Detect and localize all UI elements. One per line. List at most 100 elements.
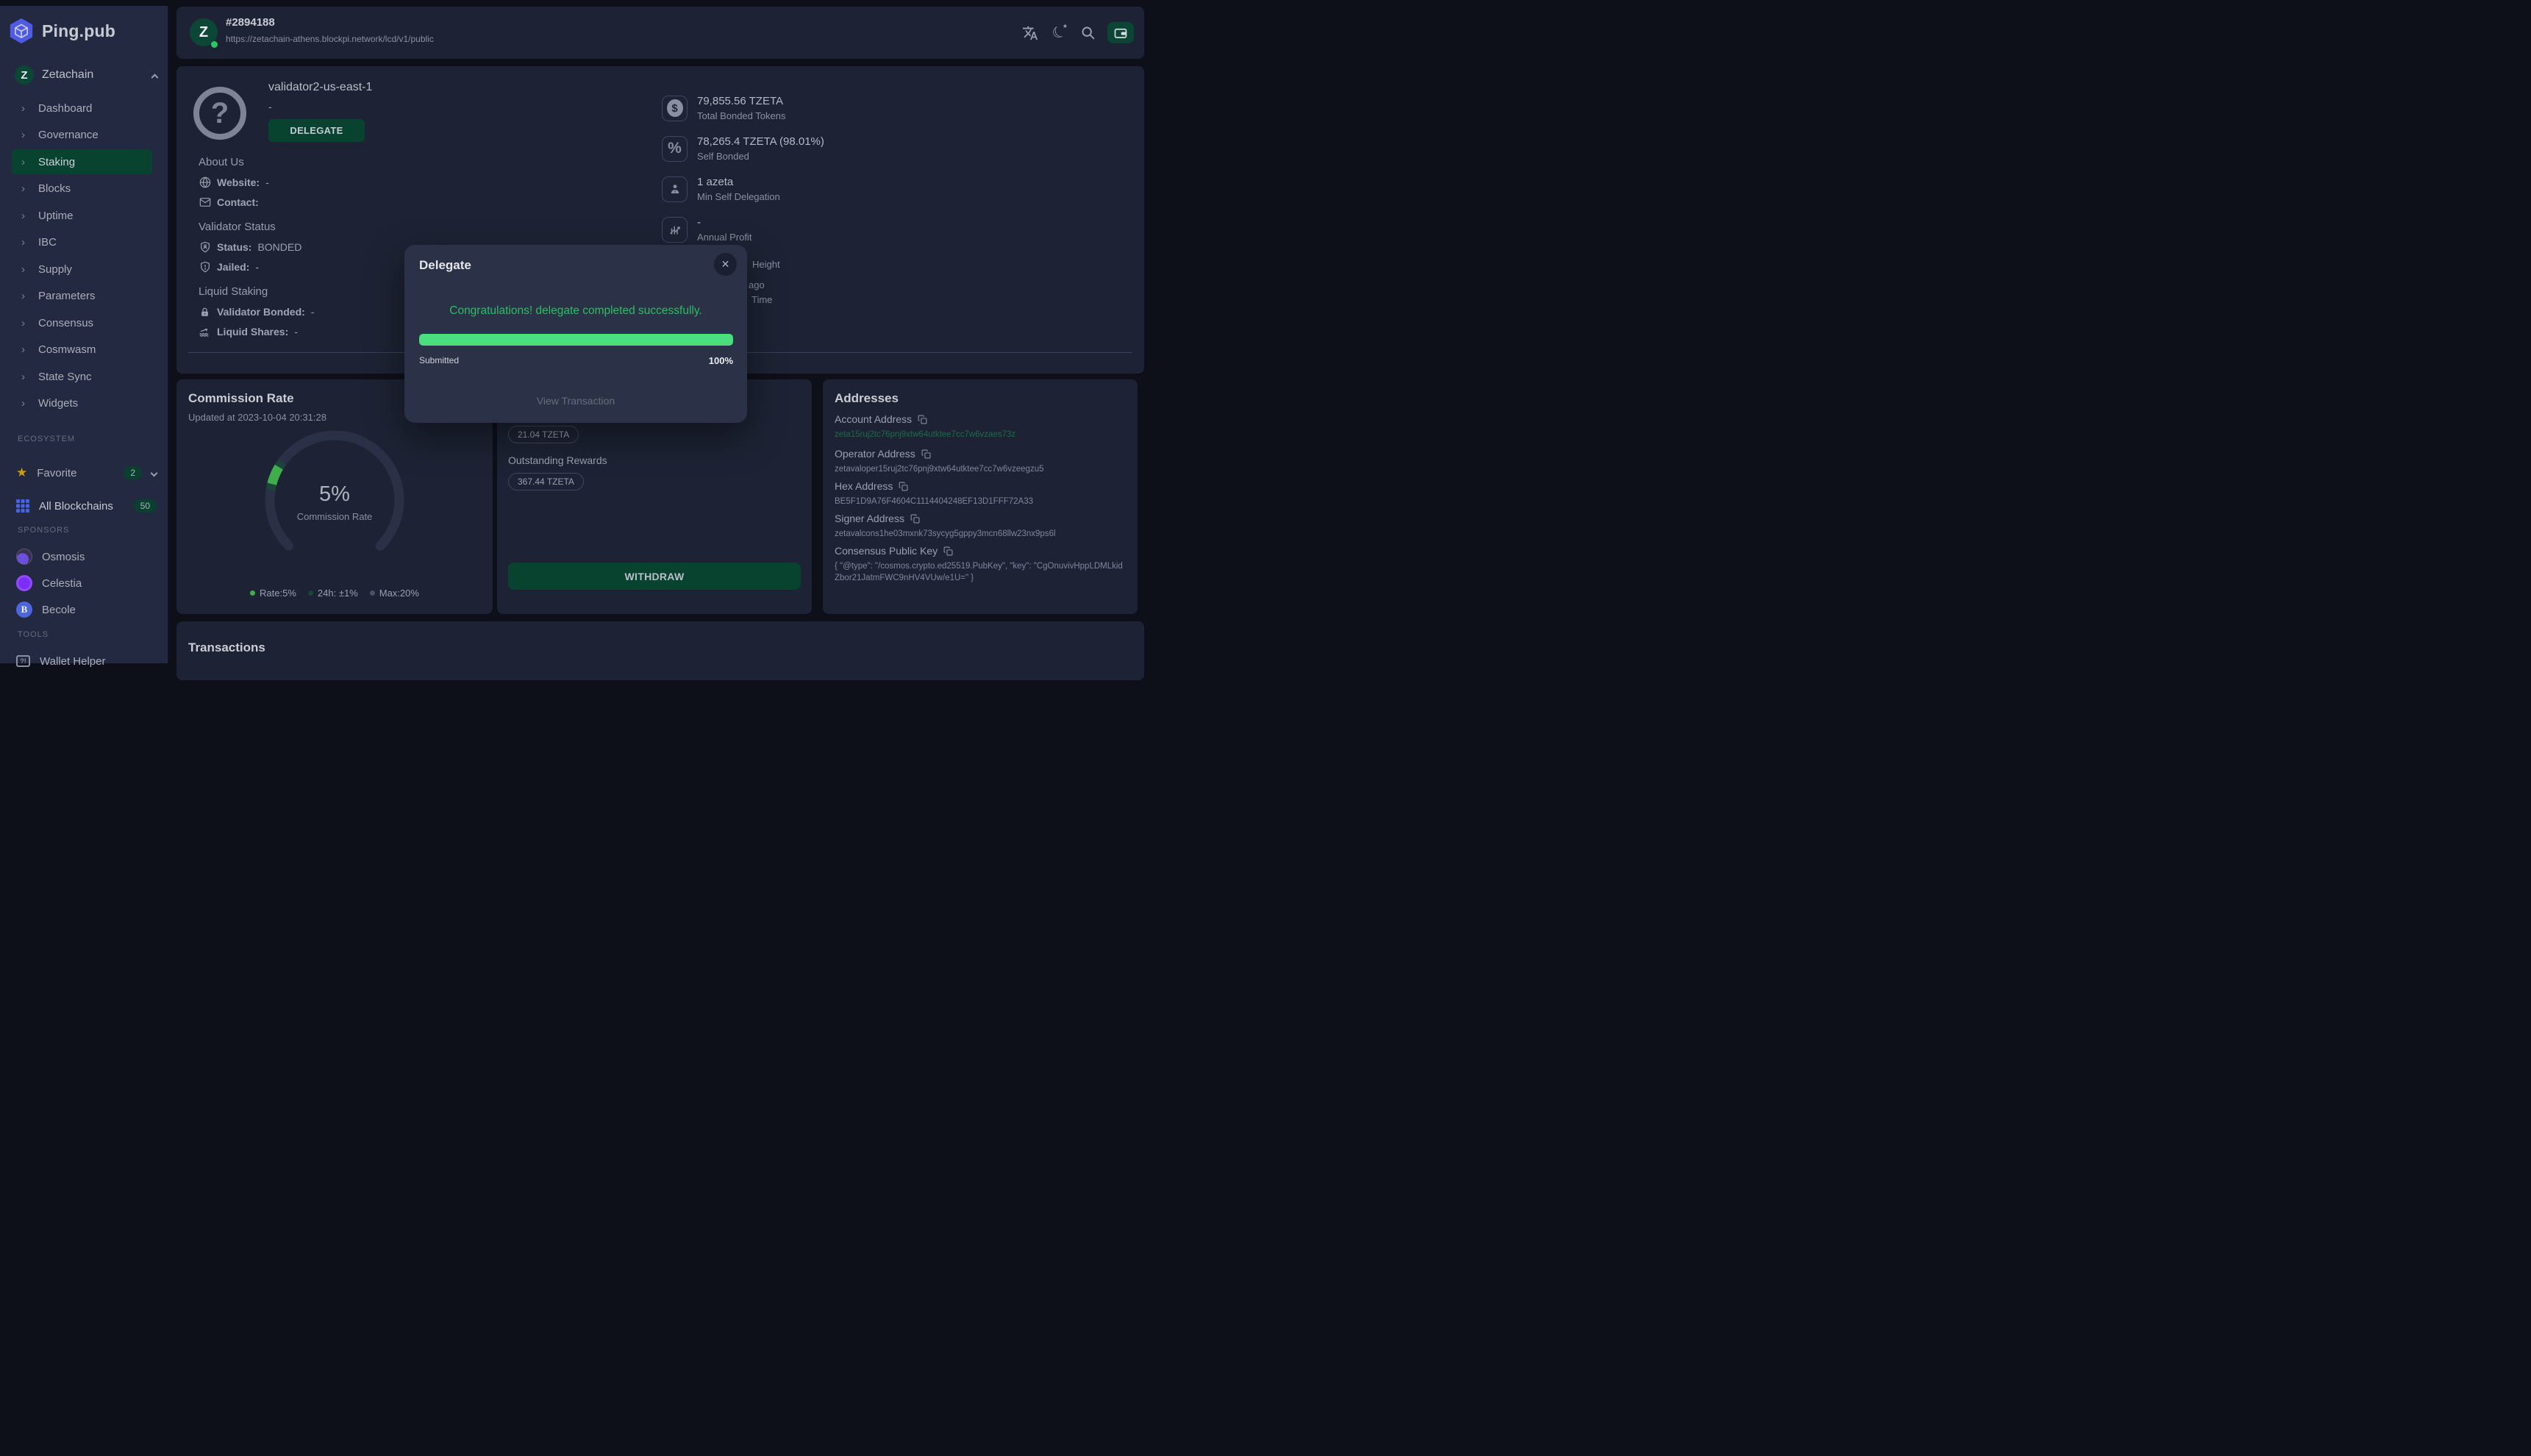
stat-value: -	[697, 216, 752, 229]
occluded-stat-fragment-time: Time	[752, 294, 772, 305]
sidebar-item-state-sync[interactable]: ›State Sync	[12, 364, 152, 389]
endpoint-url: https://zetachain-athens.blockpi.network…	[226, 34, 434, 44]
account-address-link[interactable]: zeta15ruj2tc76pnj9xtw64utktee7cc7w6vzaes…	[835, 429, 1127, 440]
chevron-down-icon	[151, 469, 158, 477]
copy-icon[interactable]	[943, 546, 953, 556]
sidebar-item-uptime[interactable]: ›Uptime	[12, 203, 152, 228]
sidebar-item-favorite[interactable]: ★ Favorite 2	[0, 460, 168, 486]
addresses-title: Addresses	[835, 391, 899, 406]
view-transaction-link[interactable]: View Transaction	[404, 395, 747, 407]
sidebar-item-widgets[interactable]: ›Widgets	[12, 391, 152, 416]
sidebar-item-consensus[interactable]: › Consensus	[12, 310, 152, 335]
stat-value: 79,855.56 TZETA	[697, 95, 785, 107]
stat-min-self-delegation: 1 azetaMin Self Delegation	[662, 176, 780, 202]
sidebar-item-label: Consensus	[38, 317, 93, 329]
address-label: Account Address	[835, 413, 912, 425]
sidebar-item-label: IBC	[38, 236, 57, 249]
delegate-button[interactable]: DELEGATE	[268, 119, 365, 142]
sidebar-item-cosmwasm[interactable]: ›Cosmwasm	[12, 338, 152, 363]
sidebar-item-blocks[interactable]: ›Blocks	[12, 176, 152, 201]
sidebar-item-osmosis[interactable]: Osmosis	[0, 543, 168, 570]
address-entry-account: Account Address zeta15ruj2tc76pnj9xtw64u…	[835, 413, 1127, 440]
sidebar-item-label: Parameters	[38, 290, 96, 302]
about-us-title: About Us	[199, 156, 244, 168]
address-label: Consensus Public Key	[835, 545, 938, 557]
validator-status-title: Validator Status	[199, 221, 276, 233]
sidebar-item-label: Uptime	[38, 210, 74, 222]
section-tools: TOOLS	[18, 630, 49, 639]
signer-address-value: zetavalcons1he03mxnk73sycyg5gppy3mcn68ll…	[835, 528, 1127, 540]
sidebar-item-becole[interactable]: B Becole	[0, 596, 168, 623]
progress-bar	[419, 334, 733, 346]
sidebar-item-label: Widgets	[38, 397, 78, 410]
legend-label: 24h: ±1%	[318, 588, 358, 599]
close-icon[interactable]: ✕	[714, 253, 737, 276]
all-blockchains-label: All Blockchains	[39, 500, 113, 513]
stat-label: Self Bonded	[697, 151, 824, 162]
validator-bonded-value: -	[311, 306, 315, 318]
person-icon	[662, 176, 688, 202]
withdraw-button[interactable]: WITHDRAW	[508, 563, 801, 590]
liquid-waves-icon	[199, 325, 211, 338]
endpoint-header-card: Z #2894188 https://zetachain-athens.bloc…	[176, 7, 1144, 59]
sponsor-label: Becole	[42, 604, 76, 616]
chevron-right-icon: ›	[21, 371, 25, 382]
delegate-success-message: Congratulations! delegate completed succ…	[404, 304, 747, 318]
all-blockchains-count-badge: 50	[134, 499, 157, 513]
copy-icon[interactable]	[910, 514, 920, 524]
chevron-right-icon: ›	[21, 318, 25, 329]
sidebar-chain-zetachain[interactable]: Z Zetachain	[0, 45, 168, 85]
gauge-legend: Rate:5% 24h: ±1% Max:20%	[176, 588, 493, 599]
shield-person-icon	[199, 241, 211, 253]
outstanding-rewards-chip: 367.44 TZETA	[508, 473, 584, 490]
copy-icon[interactable]	[918, 415, 927, 424]
chat-help-icon: ?!	[16, 655, 30, 667]
copy-icon[interactable]	[899, 482, 908, 491]
sponsor-label: Osmosis	[42, 551, 85, 563]
shield-alert-icon	[199, 261, 211, 273]
progress-percent: 100%	[709, 355, 733, 366]
search-icon[interactable]	[1079, 24, 1096, 42]
sidebar-item-parameters[interactable]: ›Parameters	[12, 284, 152, 309]
liquid-staking-title: Liquid Staking	[199, 285, 268, 298]
translate-icon[interactable]	[1021, 24, 1039, 42]
app-title: Ping.pub	[42, 21, 115, 41]
commission-gauge: 5% Commission Rate	[254, 419, 415, 581]
status-label: Status:	[217, 241, 251, 253]
grid-icon	[16, 499, 29, 513]
address-label: Hex Address	[835, 480, 893, 492]
sidebar-item-supply[interactable]: ›Supply	[12, 257, 152, 282]
percent-glyph: %	[668, 140, 682, 157]
sidebar-item-all-blockchains[interactable]: All Blockchains 50	[0, 493, 168, 519]
sidebar-item-staking[interactable]: ›Staking	[12, 149, 152, 174]
sidebar-item-label: Supply	[38, 263, 72, 276]
progress-stage: Submitted	[419, 355, 459, 366]
app-logo[interactable]: Ping.pub	[0, 6, 168, 45]
legend-label: Rate:5%	[260, 588, 296, 599]
wallet-button[interactable]	[1107, 22, 1134, 43]
sidebar-item-celestia[interactable]: Celestia	[0, 570, 168, 596]
hex-address-value: BE5F1D9A76F4604C1114404248EF13D1FFF72A33	[835, 496, 1127, 507]
occluded-stat-fragment-ago: ago	[749, 279, 765, 290]
block-height[interactable]: #2894188	[226, 16, 275, 29]
sidebar-item-label: Staking	[38, 156, 75, 168]
section-sponsors: SPONSORS	[18, 526, 69, 535]
legend-dot-24h	[308, 590, 313, 596]
consensus-pubkey-value: { "@type": "/cosmos.crypto.ed25519.PubKe…	[835, 560, 1127, 584]
dollar-glyph: $	[667, 99, 683, 117]
occluded-stat-fragment-height: Height	[752, 259, 780, 270]
sidebar-item-governance[interactable]: ›Governance	[12, 123, 152, 148]
sidebar-item-dashboard[interactable]: ›Dashboard	[12, 96, 152, 121]
stat-value: 78,265.4 TZETA (98.01%)	[697, 135, 824, 148]
stat-self-bonded: % 78,265.4 TZETA (98.01%) Self Bonded	[662, 135, 824, 162]
copy-icon[interactable]	[921, 449, 931, 459]
dark-mode-moon-icon[interactable]: ☾ ★	[1050, 24, 1068, 42]
sidebar: Ping.pub Z Zetachain ›Dashboard ›Governa…	[0, 6, 168, 663]
sidebar-item-label: Dashboard	[38, 102, 92, 115]
sidebar-item-ibc[interactable]: ›IBC	[12, 230, 152, 255]
legend-label: Max:20%	[379, 588, 419, 599]
validator-identity: -	[268, 101, 272, 113]
chart-bars-icon	[662, 217, 688, 243]
sidebar-item-wallet-helper[interactable]: ?! Wallet Helper	[0, 648, 168, 674]
sidebar-menu: ›Dashboard ›Governance ›Staking ›Blocks …	[12, 96, 152, 418]
